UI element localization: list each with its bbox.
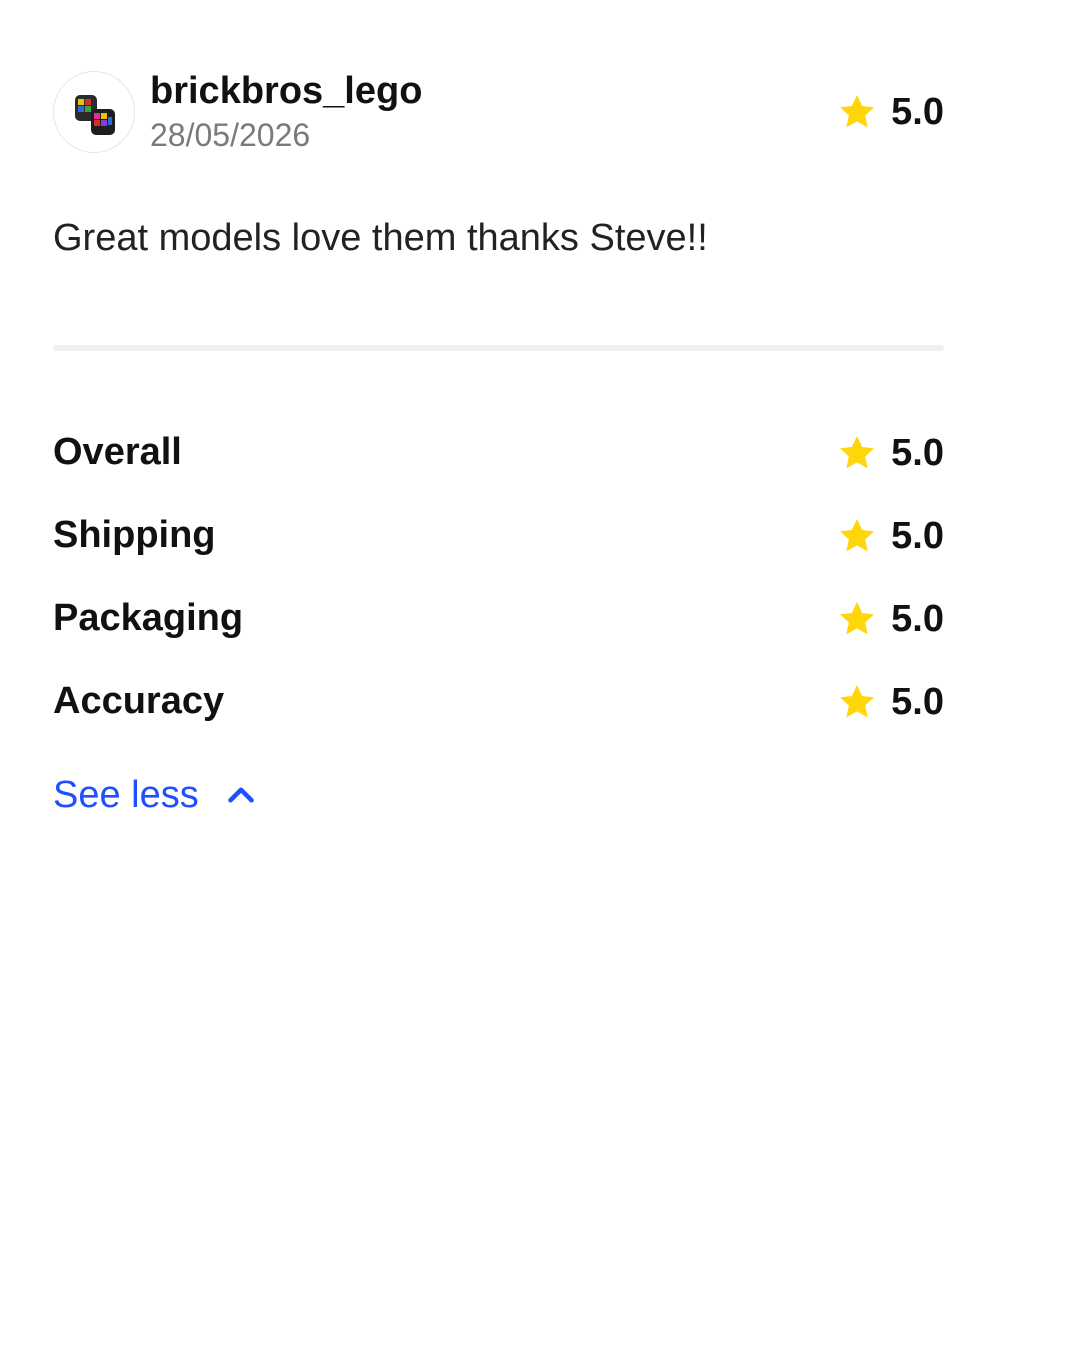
category-ratings: Overall 5.0 Shipping 5.0 Packaging 5.0 A… (53, 411, 944, 743)
review-date: 28/05/2026 (150, 117, 311, 153)
category-rating: 5.0 (837, 597, 944, 641)
category-row-shipping: Shipping 5.0 (53, 494, 944, 577)
review-comment: Great models love them thanks Steve!! (53, 217, 708, 259)
divider (53, 345, 944, 351)
category-label: Shipping (53, 514, 216, 556)
category-rating-value: 5.0 (891, 431, 944, 474)
star-icon (840, 95, 875, 128)
category-row-packaging: Packaging 5.0 (53, 577, 944, 660)
brick-figures-avatar-icon (75, 95, 115, 135)
category-rating-value: 5.0 (891, 680, 944, 723)
category-label: Packaging (53, 597, 244, 639)
see-less-button[interactable]: See less (53, 771, 259, 819)
star-icon (840, 601, 875, 634)
category-rating: 5.0 (837, 431, 944, 475)
see-less-label: See less (53, 774, 199, 816)
category-label: Overall (53, 431, 182, 473)
reviewer-info: brickbros_lego 28/05/2026 (150, 69, 837, 155)
category-rating-value: 5.0 (891, 514, 944, 557)
star-icon (840, 684, 875, 717)
review-header: brickbros_lego 28/05/2026 5.0 (53, 70, 944, 154)
category-label: Accuracy (53, 680, 225, 722)
star-icon (840, 435, 875, 468)
review-card: brickbros_lego 28/05/2026 5.0 Great mode… (53, 70, 944, 819)
category-rating: 5.0 (837, 680, 944, 724)
category-rating-value: 5.0 (891, 597, 944, 640)
review-rating-value: 5.0 (891, 91, 944, 133)
category-rating: 5.0 (837, 514, 944, 558)
category-row-accuracy: Accuracy 5.0 (53, 660, 944, 743)
review-rating: 5.0 (837, 90, 944, 134)
star-icon (840, 518, 875, 551)
chevron-up-icon (228, 787, 254, 803)
avatar[interactable] (53, 71, 135, 153)
reviewer-username[interactable]: brickbros_lego (150, 69, 837, 113)
category-row-overall: Overall 5.0 (53, 411, 944, 494)
